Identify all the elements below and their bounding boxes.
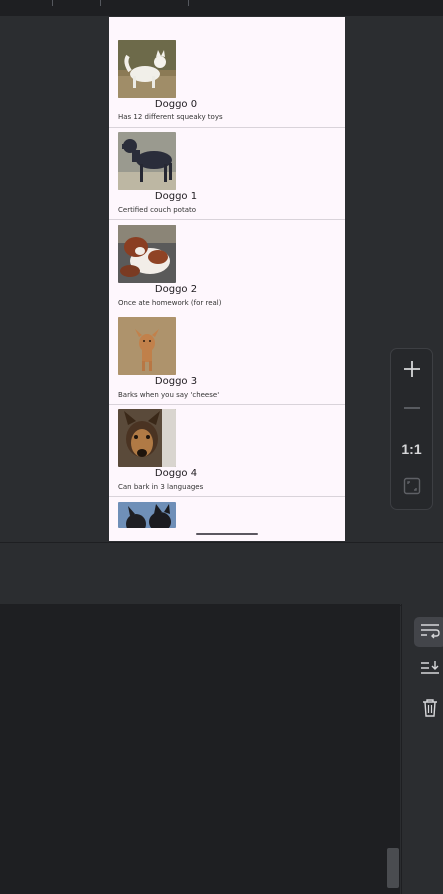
scroll-to-end-button[interactable] <box>414 655 443 685</box>
zoom-controls: 1:1 <box>390 348 433 510</box>
toolbar-divider <box>100 0 101 6</box>
dog-name: Doggo 2 <box>154 284 198 295</box>
dog-photo <box>118 317 176 375</box>
dog-photo <box>118 502 176 528</box>
soft-wrap-button[interactable] <box>414 617 443 647</box>
scroll-to-end-icon <box>419 658 441 683</box>
phone-screen[interactable]: Doggo 0 Has 12 different squeaky toys Do… <box>109 17 345 541</box>
trash-icon <box>420 697 440 724</box>
dog-description: Can bark in 3 languages <box>118 483 204 491</box>
soft-wrap-icon <box>419 620 441 645</box>
home-indicator[interactable] <box>196 533 258 535</box>
list-item[interactable]: Doggo 0 Has 12 different squeaky toys <box>109 17 345 128</box>
dog-photo <box>118 225 176 283</box>
list-item[interactable]: Doggo 1 Certified couch potato <box>109 128 345 220</box>
top-toolbar <box>0 0 443 17</box>
dog-photo <box>118 40 176 98</box>
dog-description: Has 12 different squeaky toys <box>118 113 223 121</box>
dog-photo <box>118 132 176 190</box>
fit-screen-icon <box>402 476 422 501</box>
list-item[interactable]: Doggo 3 Barks when you say 'cheese' <box>109 312 345 405</box>
dog-name: Doggo 0 <box>154 99 198 110</box>
plus-icon <box>402 359 422 384</box>
dog-name: Doggo 3 <box>154 376 198 387</box>
dog-name: Doggo 4 <box>154 468 198 479</box>
fit-screen-button[interactable] <box>391 470 432 506</box>
toolbar-divider <box>188 0 189 6</box>
dog-description: Barks when you say 'cheese' <box>118 391 220 399</box>
actual-size-label: 1:1 <box>401 441 422 457</box>
console-scrollbar[interactable] <box>387 848 399 888</box>
dog-photo <box>118 409 176 467</box>
dog-name: Doggo 1 <box>154 191 198 202</box>
console-output[interactable] <box>0 604 400 894</box>
console-toolbar <box>401 604 443 894</box>
zoom-in-button[interactable] <box>391 353 432 389</box>
ide-window: Doggo 0 Has 12 different squeaky toys Do… <box>0 0 443 894</box>
minus-icon <box>402 398 422 423</box>
clear-console-button[interactable] <box>414 695 443 725</box>
list-item[interactable]: Doggo 2 Once ate homework (for real) <box>109 220 345 312</box>
zoom-out-button[interactable] <box>391 392 432 428</box>
dog-description: Once ate homework (for real) <box>118 299 222 307</box>
panel-divider <box>0 542 443 606</box>
dog-description: Certified couch potato <box>118 206 197 214</box>
list-item[interactable]: Doggo 4 Can bark in 3 languages <box>109 405 345 497</box>
toolbar-divider <box>52 0 53 6</box>
actual-size-button[interactable]: 1:1 <box>391 431 432 467</box>
